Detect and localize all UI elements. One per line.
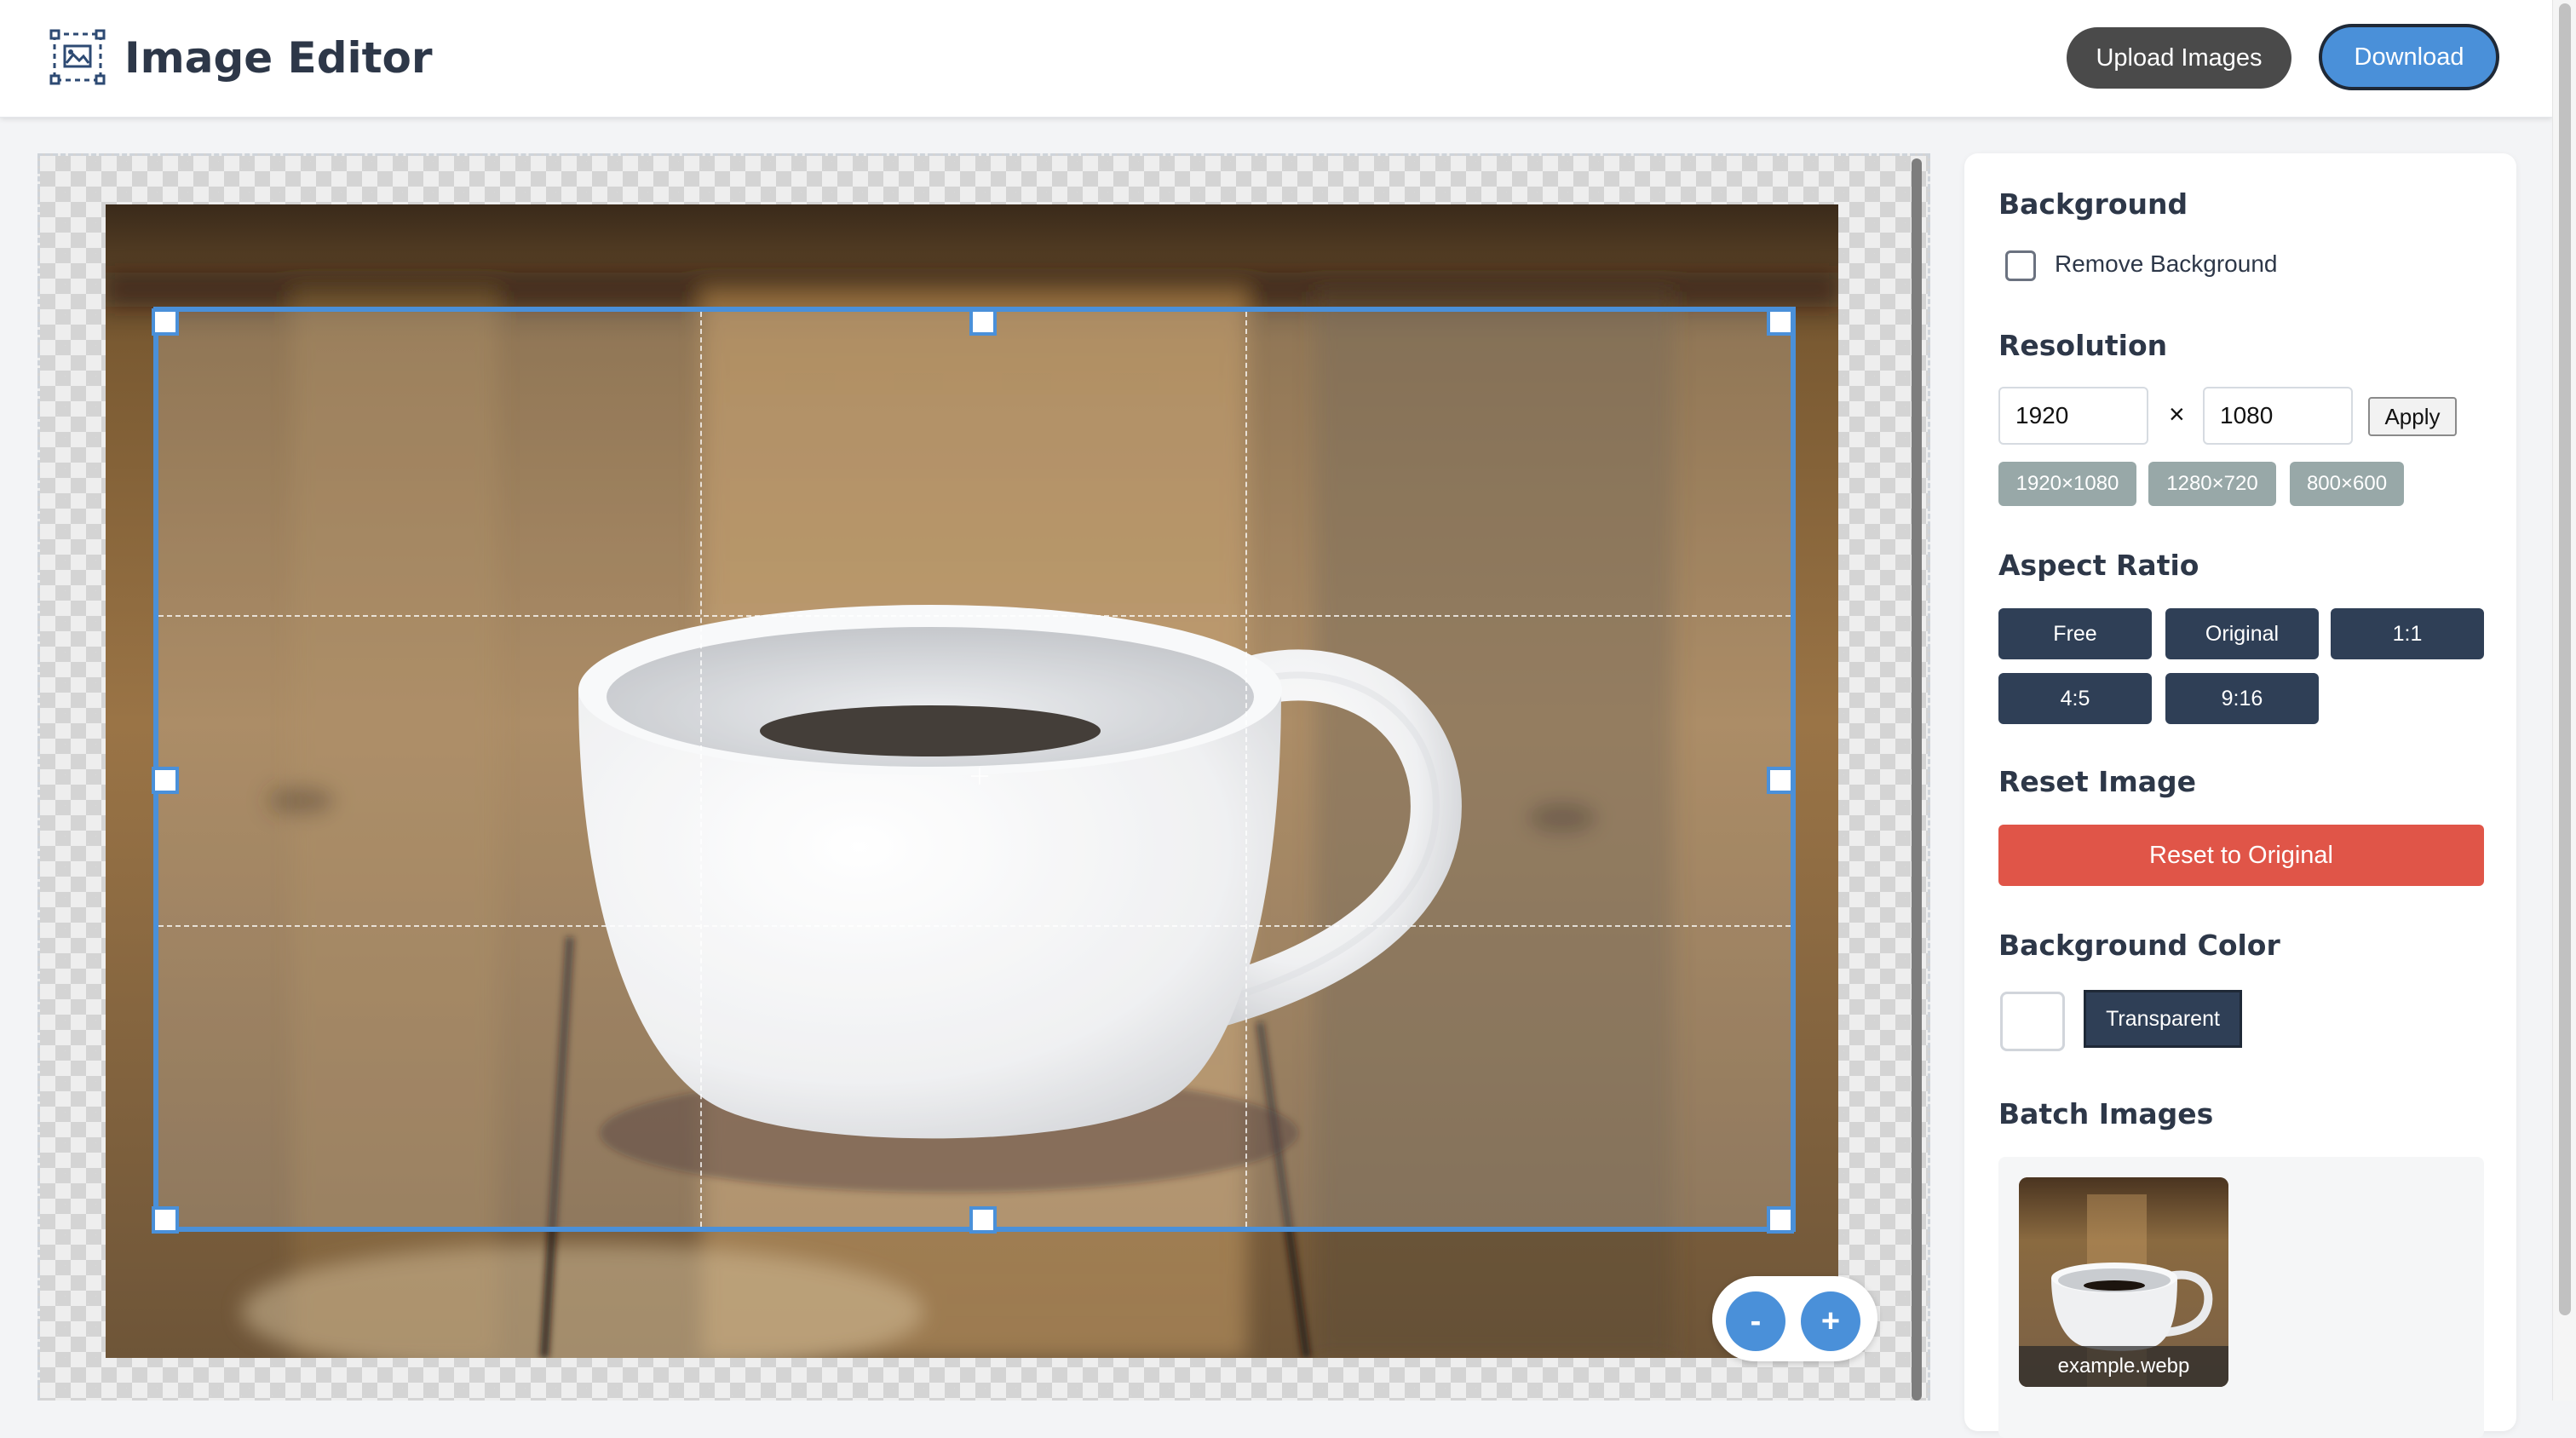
background-color-swatch[interactable] [2000,992,2065,1051]
aspect-ratio-section-title: Aspect Ratio [1998,549,2199,582]
crop-grid-line [1245,312,1247,1227]
ratio-free-button[interactable]: Free [1998,608,2152,659]
zoom-controls: - + [1712,1276,1877,1361]
transparent-button[interactable]: Transparent [2084,990,2242,1048]
ratio-9-16-button[interactable]: 9:16 [2165,673,2319,724]
remove-background-checkbox[interactable] [2005,250,2036,281]
apply-resolution-button[interactable]: Apply [2368,397,2457,436]
crop-selection-box[interactable] [153,307,1796,1232]
page-scrollbar-thumb[interactable] [2559,3,2571,1315]
crop-handle-top-right[interactable] [1767,308,1794,336]
background-section-title: Background [1998,187,2188,221]
batch-image-thumbnail[interactable]: example.webp [2019,1177,2228,1387]
background-color-section-title: Background Color [1998,929,2280,962]
crop-grid-line [700,312,702,1227]
ratio-1-1-button[interactable]: 1:1 [2331,608,2484,659]
ratio-original-button[interactable]: Original [2165,608,2319,659]
crop-handle-top-left[interactable] [152,308,179,336]
zoom-out-button[interactable]: - [1726,1291,1785,1351]
height-input[interactable]: 1080 [2203,387,2353,445]
image-editor-logo-icon [49,29,106,85]
crop-center-icon [971,768,988,785]
crop-grid-line [158,615,1791,617]
preset-800x600-button[interactable]: 800×600 [2290,462,2404,506]
batch-image-filename: example.webp [2019,1346,2228,1387]
settings-panel: Background Remove Background Resolution … [1964,153,2516,1438]
reset-to-original-button[interactable]: Reset to Original [1998,825,2484,886]
batch-images-list: example.webp [1998,1157,2484,1438]
width-input[interactable]: 1920 [1998,387,2148,445]
ratio-4-5-button[interactable]: 4:5 [1998,673,2152,724]
crop-handle-bottom[interactable] [969,1206,997,1234]
crop-handle-bottom-left[interactable] [152,1206,179,1234]
app-title: Image Editor [124,33,433,83]
times-symbol: × [2169,399,2185,429]
zoom-in-button[interactable]: + [1801,1291,1860,1351]
crop-handle-left[interactable] [152,767,179,794]
resolution-section-title: Resolution [1998,329,2168,362]
batch-images-section-title: Batch Images [1998,1097,2214,1130]
preset-1280x720-button[interactable]: 1280×720 [2148,462,2276,506]
canvas-scrollbar-thumb[interactable] [1912,158,1922,1401]
app-header: Image Editor Upload Images Download [0,0,2552,118]
crop-handle-bottom-right[interactable] [1767,1206,1794,1234]
preset-1920x1080-button[interactable]: 1920×1080 [1998,462,2136,506]
reset-section-title: Reset Image [1998,765,2197,798]
upload-images-button[interactable]: Upload Images [2067,27,2291,89]
crop-grid-line [158,925,1791,927]
crop-handle-top[interactable] [969,308,997,336]
remove-background-label[interactable]: Remove Background [2055,250,2277,278]
crop-handle-right[interactable] [1767,767,1794,794]
download-button[interactable]: Download [2319,24,2499,90]
